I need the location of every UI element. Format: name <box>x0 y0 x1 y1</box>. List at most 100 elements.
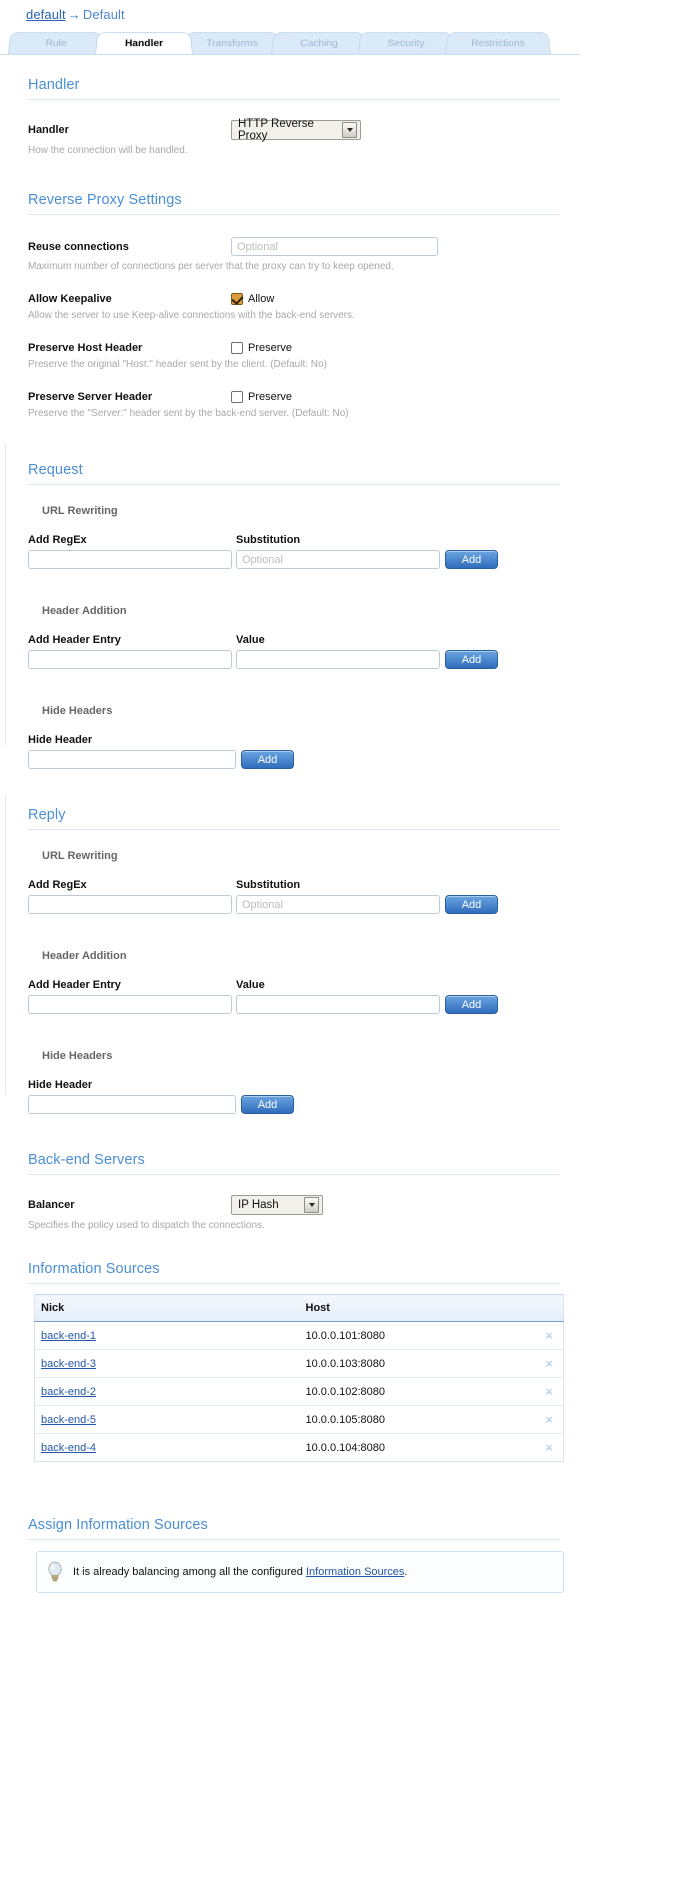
reply-hide-header-add-button[interactable]: Add <box>241 1095 294 1114</box>
information-source-link[interactable]: back-end-4 <box>41 1442 96 1454</box>
preserve-server-checkbox-group[interactable]: Preserve <box>231 391 292 403</box>
reply-substitution-input[interactable] <box>236 895 440 914</box>
assign-divider <box>28 1539 560 1540</box>
handler-section-title: Handler <box>28 77 80 93</box>
allow-keepalive-checkbox-group[interactable]: Allow <box>231 293 274 305</box>
tab-handler[interactable]: Handler <box>95 32 193 54</box>
assign-notice-suffix: . <box>404 1566 408 1578</box>
request-header-value-input[interactable] <box>236 650 440 669</box>
balancer-label: Balancer <box>28 1199 75 1211</box>
reply-regex-input[interactable] <box>28 895 232 914</box>
breadcrumb-root-link[interactable]: default <box>26 7 66 22</box>
allow-keepalive-row: Allow Keepalive Allow <box>28 293 580 305</box>
balancer-select-value: IP Hash <box>238 1199 279 1211</box>
tab-restrictions[interactable]: Restrictions <box>445 32 551 54</box>
balancer-row: Balancer IP Hash <box>28 1195 580 1215</box>
request-header-addition-add-button[interactable]: Add <box>445 650 498 669</box>
row-nick-cell: back-end-1 <box>34 1321 300 1350</box>
lightbulb-icon <box>48 1561 62 1582</box>
request-substitution-input[interactable] <box>236 550 440 569</box>
reuse-connections-help: Maximum number of connections per server… <box>28 261 394 272</box>
column-header-nick: Nick <box>34 1294 300 1322</box>
preserve-host-header-label: Preserve Host Header <box>28 342 143 354</box>
request-hide-header-input[interactable] <box>28 750 236 769</box>
reply-left-rule <box>5 795 6 1095</box>
delete-icon[interactable]: × <box>523 1377 564 1406</box>
reuse-connections-row: Reuse connections <box>28 237 580 256</box>
table-row: back-end-5 10.0.0.105:8080 × <box>34 1405 564 1434</box>
allow-keepalive-checkbox[interactable] <box>231 293 243 305</box>
reply-url-rewriting-subhead: URL Rewriting <box>42 850 118 862</box>
preserve-host-help: Preserve the original "Host:" header sen… <box>28 359 327 370</box>
reply-hide-header-labels: Hide Header <box>28 1079 580 1091</box>
delete-icon[interactable]: × <box>523 1433 564 1462</box>
preserve-host-checkbox-label: Preserve <box>248 342 293 354</box>
handler-select[interactable]: HTTP Reverse Proxy <box>231 118 361 142</box>
preserve-host-checkbox-group[interactable]: Preserve <box>231 342 292 354</box>
reuse-connections-input[interactable] <box>231 237 438 256</box>
breadcrumb: default → Default <box>0 0 580 28</box>
reply-url-rewriting-add-button[interactable]: Add <box>445 895 498 914</box>
assign-notice: It is already balancing among all the co… <box>36 1551 564 1593</box>
information-source-link[interactable]: back-end-5 <box>41 1414 96 1426</box>
information-source-link[interactable]: back-end-1 <box>41 1330 96 1342</box>
table-row: back-end-1 10.0.0.101:8080 × <box>34 1321 564 1350</box>
table-header-row: Nick Host <box>34 1294 564 1322</box>
tab-security[interactable]: Security <box>358 32 454 54</box>
request-header-entry-label: Add Header Entry <box>28 634 121 646</box>
handler-field-label: Handler <box>28 124 69 136</box>
request-url-rewriting-add-button[interactable]: Add <box>445 550 498 569</box>
request-regex-input[interactable] <box>28 550 232 569</box>
assign-notice-prefix: It is already balancing among all the co… <box>73 1566 306 1578</box>
row-host-cell: 10.0.0.101:8080 <box>299 1321 524 1350</box>
request-url-rewriting-subhead: URL Rewriting <box>42 505 118 517</box>
request-left-rule <box>5 445 6 745</box>
balancer-select[interactable]: IP Hash <box>231 1195 323 1215</box>
reply-header-value-label: Value <box>236 979 265 991</box>
reply-hide-header-input[interactable] <box>28 1095 236 1114</box>
tab-bar: Rule Handler Transforms Caching Security… <box>0 31 580 55</box>
tab-transforms[interactable]: Transforms <box>184 32 280 54</box>
request-hide-header-label: Hide Header <box>28 734 93 746</box>
delete-icon[interactable]: × <box>523 1349 564 1378</box>
assign-information-sources-section: Assign Information Sources It is already… <box>0 1462 580 1593</box>
tab-caching[interactable]: Caching <box>271 32 367 54</box>
row-host-cell: 10.0.0.103:8080 <box>299 1349 524 1378</box>
reply-url-rewriting-labels: Add RegEx Substitution <box>28 879 580 891</box>
information-sources-section: Information Sources Nick Host back-end-1… <box>0 1231 580 1462</box>
reverse-proxy-title: Reverse Proxy Settings <box>28 192 182 208</box>
request-hide-headers-subhead: Hide Headers <box>42 705 113 717</box>
request-header-addition-labels: Add Header Entry Value <box>28 634 580 646</box>
handler-field-help: How the connection will be handled. <box>28 145 188 156</box>
chevron-down-icon <box>304 1197 319 1213</box>
delete-icon[interactable]: × <box>523 1321 564 1350</box>
information-source-link[interactable]: back-end-2 <box>41 1386 96 1398</box>
backend-servers-title: Back-end Servers <box>28 1152 145 1168</box>
information-sources-title: Information Sources <box>28 1261 160 1277</box>
reply-header-addition-add-button[interactable]: Add <box>445 995 498 1014</box>
table-row: back-end-3 10.0.0.103:8080 × <box>34 1349 564 1378</box>
reply-header-entry-label: Add Header Entry <box>28 979 121 991</box>
reply-header-entry-input[interactable] <box>28 995 232 1014</box>
reuse-connections-label: Reuse connections <box>28 240 129 253</box>
information-sources-divider <box>28 1283 560 1284</box>
reply-hide-headers-subhead: Hide Headers <box>42 1050 113 1062</box>
information-source-link[interactable]: back-end-3 <box>41 1358 96 1370</box>
reply-title: Reply <box>28 807 66 823</box>
row-nick-cell: back-end-2 <box>34 1377 300 1406</box>
reply-header-addition-inputs: Add <box>28 991 580 1014</box>
preserve-server-header-label: Preserve Server Header <box>28 391 153 403</box>
request-section: Request URL Rewriting Add RegEx Substitu… <box>0 419 580 769</box>
request-hide-header-labels: Hide Header <box>28 734 580 746</box>
reply-url-rewriting-inputs: Add <box>28 891 580 914</box>
preserve-host-checkbox[interactable] <box>231 342 243 354</box>
reply-header-value-input[interactable] <box>236 995 440 1014</box>
request-hide-header-add-button[interactable]: Add <box>241 750 294 769</box>
delete-icon[interactable]: × <box>523 1405 564 1434</box>
handler-config-page: default → Default Rule Handler Transforms … <box>0 0 580 1593</box>
request-header-entry-input[interactable] <box>28 650 232 669</box>
handler-field-row: Handler HTTP Reverse Proxy <box>28 118 580 142</box>
information-sources-link[interactable]: Information Sources <box>306 1566 404 1578</box>
tab-rule[interactable]: Rule <box>8 32 104 54</box>
preserve-server-checkbox[interactable] <box>231 391 243 403</box>
